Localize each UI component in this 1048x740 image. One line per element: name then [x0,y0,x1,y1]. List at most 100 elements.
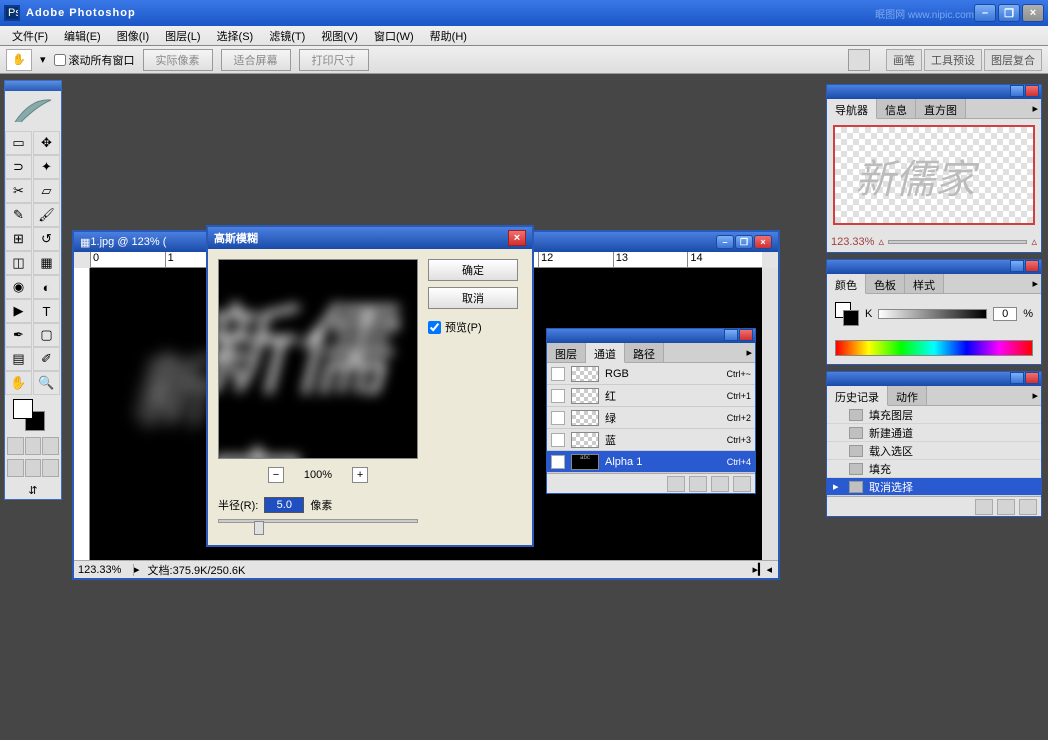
toolbox-titlebar[interactable] [5,81,61,91]
pen-tool[interactable]: ✒ [5,323,32,347]
color-bg[interactable] [843,310,859,326]
menu-layer[interactable]: 图层(L) [157,26,208,46]
doc-close-button[interactable]: × [754,235,772,249]
tab-color[interactable]: 颜色 [827,274,866,294]
dialog-titlebar[interactable]: 高斯模糊 × [208,227,532,249]
panel-menu-icon[interactable]: ▸ [743,343,755,362]
tab-layer-comp[interactable]: 图层复合 [984,49,1042,71]
tab-brush[interactable]: 画笔 [886,49,922,71]
history-minimize-button[interactable] [1010,372,1024,384]
slice-tool[interactable]: ▱ [33,179,60,203]
channel-row[interactable]: 👁 abc Alpha 1 Ctrl+4 [547,451,755,473]
nav-minimize-button[interactable] [1010,85,1024,97]
crop-tool[interactable]: ✂ [5,179,32,203]
load-selection-icon[interactable] [667,476,685,492]
history-brush-tool[interactable]: ↺ [33,227,60,251]
ok-button[interactable]: 确定 [428,259,518,281]
palette-well-icon[interactable] [848,49,870,71]
panel-titlebar[interactable] [547,329,755,343]
color-minimize-button[interactable] [1010,260,1024,272]
color-spectrum[interactable] [835,340,1033,356]
zoom-out-button[interactable]: − [268,467,284,483]
panel-menu-icon[interactable]: ▸ [1029,274,1041,293]
jump-to-icon[interactable]: ⇵ [5,481,61,499]
channel-row[interactable]: RGB Ctrl+~ [547,363,755,385]
menu-edit[interactable]: 编辑(E) [56,26,109,46]
k-slider[interactable] [878,309,987,319]
close-button[interactable]: × [1022,4,1044,22]
foreground-color[interactable] [13,399,33,419]
tab-histogram[interactable]: 直方图 [916,99,966,118]
menu-filter[interactable]: 滤镜(T) [261,26,313,46]
delete-state-icon[interactable] [1019,499,1037,515]
navigator-thumbnail[interactable]: 新儒家 [833,125,1035,225]
color-swatch[interactable] [5,395,61,435]
tab-layers[interactable]: 图层 [547,343,586,362]
visibility-icon[interactable] [551,433,565,447]
nav-zoom-out-icon[interactable]: ▵ [878,235,884,248]
hand-tool[interactable]: ✋ [5,371,32,395]
path-select-tool[interactable]: ▶ [5,299,32,323]
new-snapshot-icon[interactable] [997,499,1015,515]
history-item[interactable]: 填充图层 [827,406,1041,424]
stamp-tool[interactable]: ⊞ [5,227,32,251]
nav-close-button[interactable] [1025,85,1039,97]
new-doc-from-state-icon[interactable] [975,499,993,515]
preview-area[interactable]: 新儒家 [218,259,418,459]
panel-minimize-button[interactable] [724,329,738,341]
menu-help[interactable]: 帮助(H) [422,26,475,46]
healing-tool[interactable]: ✎ [5,203,32,227]
menu-image[interactable]: 图像(I) [109,26,157,46]
nav-zoom-in-icon[interactable]: ▵ [1031,235,1037,248]
visibility-icon[interactable] [551,411,565,425]
save-selection-icon[interactable] [689,476,707,492]
zoom-in-button[interactable]: + [352,467,368,483]
visibility-icon[interactable]: 👁 [551,455,565,469]
color-close-button[interactable] [1025,260,1039,272]
channel-row[interactable]: 绿 Ctrl+2 [547,407,755,429]
screen-full-icon[interactable] [42,459,59,477]
shape-tool[interactable]: ▢ [33,323,60,347]
gradient-tool[interactable]: ▦ [33,251,60,275]
eyedropper-tool[interactable]: ✐ [33,347,60,371]
zoom-field[interactable]: 123.33% [74,564,134,576]
scroll-all-windows-checkbox[interactable]: 滚动所有窗口 [54,52,135,68]
tab-history[interactable]: 历史记录 [827,386,888,406]
channel-row[interactable]: 红 Ctrl+1 [547,385,755,407]
notes-tool[interactable]: ▤ [5,347,32,371]
nav-zoom-slider[interactable] [888,240,1028,244]
eraser-tool[interactable]: ◫ [5,251,32,275]
nav-zoom-value[interactable]: 123.33% [831,236,874,248]
screen-mode-icon[interactable] [42,437,59,455]
menu-file[interactable]: 文件(F) [4,26,56,46]
dialog-close-button[interactable]: × [508,230,526,246]
marquee-tool[interactable]: ▭ [5,131,32,155]
quickmask-off-icon[interactable] [7,437,24,455]
visibility-icon[interactable] [551,367,565,381]
history-item[interactable]: 填充 [827,460,1041,478]
menu-window[interactable]: 窗口(W) [366,26,422,46]
nav-titlebar[interactable] [827,85,1041,99]
fit-screen-button[interactable]: 适合屏幕 [221,49,291,71]
doc-maximize-button[interactable]: ❐ [735,235,753,249]
cancel-button[interactable]: 取消 [428,287,518,309]
scroll-all-checkbox-input[interactable] [54,54,66,66]
tab-swatches[interactable]: 色板 [866,274,905,293]
tab-actions[interactable]: 动作 [888,386,927,405]
quickmask-on-icon[interactable] [25,437,42,455]
k-value[interactable]: 0 [993,307,1017,321]
color-swatches[interactable] [835,302,859,326]
tab-navigator[interactable]: 导航器 [827,99,877,119]
history-item[interactable]: 新建通道 [827,424,1041,442]
history-titlebar[interactable] [827,372,1041,386]
history-close-button[interactable] [1025,372,1039,384]
type-tool[interactable]: T [33,299,60,323]
preview-checkbox-input[interactable] [428,321,441,334]
menu-select[interactable]: 选择(S) [209,26,262,46]
actual-pixels-button[interactable]: 实际像素 [143,49,213,71]
maximize-button[interactable]: ❐ [998,4,1020,22]
zoom-tool[interactable]: 🔍 [33,371,60,395]
panel-menu-icon[interactable]: ▸ [1029,386,1041,405]
dropdown-icon[interactable]: ▾ [40,53,46,66]
dodge-tool[interactable]: ◐ [33,275,60,299]
